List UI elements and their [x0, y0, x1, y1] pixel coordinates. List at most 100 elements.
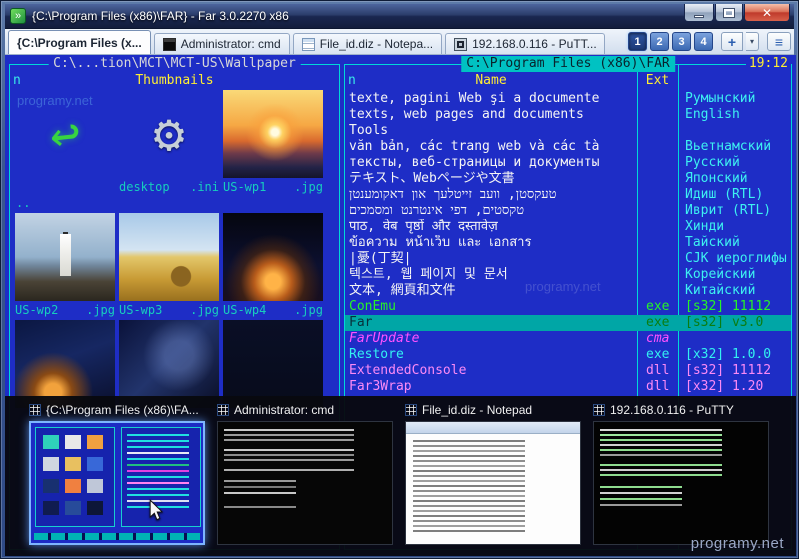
- file-row[interactable]: ConEmuexe[s32] 11112: [345, 299, 791, 315]
- file-ext: dll: [637, 379, 678, 395]
- notepad-preview-image[interactable]: [405, 421, 581, 545]
- window-button-2[interactable]: 2: [650, 32, 669, 51]
- tab-label: {C:\Program Files (x...: [17, 36, 142, 50]
- tab-cmd[interactable]: Administrator: cmd: [154, 33, 290, 54]
- file-desc: Японский: [678, 171, 791, 187]
- file-ext: [637, 219, 678, 235]
- cmd-icon: [163, 38, 176, 51]
- tab-putty[interactable]: 192.168.0.116 - PuTT...: [445, 33, 605, 54]
- new-console-button[interactable]: +: [721, 32, 743, 51]
- maximize-button[interactable]: [715, 4, 743, 22]
- file-desc: Тайский: [678, 235, 791, 251]
- gear-icon: ⚙: [153, 104, 184, 164]
- file-name: FarUpdate: [345, 331, 637, 347]
- file-name: טקסטים, דפי אינטרנט ומסמכים: [345, 203, 637, 219]
- thumbnail-night-1[interactable]: [15, 320, 115, 408]
- column-header-name[interactable]: Name: [345, 73, 637, 88]
- tab-bar: {C:\Program Files (x... Administrator: c…: [5, 29, 794, 55]
- file-ext: [637, 187, 678, 203]
- preview-card-notepad[interactable]: File_id.diz - Notepad: [405, 401, 583, 547]
- new-console-dropdown[interactable]: ▾: [746, 32, 759, 51]
- right-panel-path[interactable]: C:\Program Files (x86)\FAR: [461, 56, 675, 72]
- tab-notepad[interactable]: File_id.diz - Notepa...: [293, 33, 442, 54]
- file-name: ExtendedConsole: [345, 363, 637, 379]
- file-desc: Вьетнамский: [678, 139, 791, 155]
- cmd-preview-image[interactable]: [217, 421, 393, 545]
- file-row[interactable]: |憂(丁契|CJK иероглифы: [345, 251, 791, 267]
- column-header-ext[interactable]: Ext: [637, 73, 678, 88]
- file-row[interactable]: texts, web pages and documentsEnglish: [345, 107, 791, 123]
- preview-card-far[interactable]: {C:\Program Files (x86)\FA...: [29, 401, 207, 547]
- file-name: |憂(丁契|: [345, 251, 637, 267]
- preview-card-cmd[interactable]: Administrator: cmd: [217, 401, 395, 547]
- mouse-cursor: [149, 499, 163, 521]
- file-row[interactable]: Tools: [345, 123, 791, 139]
- file-desc: [x32] 1.20: [678, 379, 791, 395]
- file-desc: [s32] 11112: [678, 299, 791, 315]
- close-button[interactable]: ✕: [744, 4, 790, 22]
- conemu-window: » {C:\Program Files (x86)\FAR} - Far 3.0…: [0, 0, 799, 559]
- file-ext: [637, 123, 678, 139]
- file-name: Far3Wrap: [345, 379, 637, 395]
- file-row[interactable]: FarUpdatecma: [345, 331, 791, 347]
- file-desc: [s32] 11112: [678, 363, 791, 379]
- window-button-3[interactable]: 3: [672, 32, 691, 51]
- minimize-icon: [694, 15, 704, 18]
- file-name: טעקסטן, וועב זייטלעך און דאקומענטן: [345, 187, 637, 203]
- thumbnail-label: US-wp4 .jpg: [223, 303, 323, 317]
- thumbnail-label: desktop .ini: [119, 180, 219, 194]
- thumbnail-desktop-ini[interactable]: ⚙: [119, 90, 219, 178]
- file-ext: [637, 235, 678, 251]
- file-row[interactable]: पाठ, वेब पृष्ठों और दस्तावेज़Хинди: [345, 219, 791, 235]
- window-button-1[interactable]: 1: [628, 32, 647, 51]
- preview-strip: {C:\Program Files (x86)\FA... Administra…: [5, 396, 796, 556]
- tab-label: File_id.diz - Notepa...: [320, 37, 433, 51]
- left-panel-path[interactable]: C:\...tion\MCT\MCT-US\Wallpaper: [48, 56, 301, 72]
- file-name: ข้อความ หน้าเว็บ และ เอกสาร: [345, 235, 637, 251]
- putty-icon: [454, 38, 467, 51]
- menu-icon: ≡: [775, 34, 783, 50]
- minimize-button[interactable]: [684, 4, 714, 22]
- thumbnail-us-wp4[interactable]: [223, 213, 323, 301]
- file-row[interactable]: Restoreexe[x32] 1.0.0: [345, 347, 791, 363]
- putty-preview-image[interactable]: [593, 421, 769, 545]
- file-row[interactable]: ExtendedConsoledll[s32] 11112: [345, 363, 791, 379]
- file-name: Restore: [345, 347, 637, 363]
- file-ext: [637, 251, 678, 267]
- file-row[interactable]: Far3Wrapdll[x32] 1.20: [345, 379, 791, 395]
- file-row[interactable]: тексты, веб-страницы и документыРусский: [345, 155, 791, 171]
- thumbnail-label: US-wp2 .jpg: [15, 303, 115, 317]
- file-name: Tools: [345, 123, 637, 139]
- thumbnail-us-wp3[interactable]: [119, 213, 219, 301]
- file-name: texts, web pages and documents: [345, 107, 637, 123]
- file-ext: cma: [637, 331, 678, 347]
- preview-card-title: {C:\Program Files (x86)\FA...: [29, 401, 207, 419]
- thumbnail-night-3[interactable]: [223, 320, 323, 408]
- file-row[interactable]: ข้อความ หน้าเว็บ และ เอกสาร Тайский: [345, 235, 791, 251]
- file-row[interactable]: טעקסטן, וועב זייטלעך און דאקומענטןИдиш (…: [345, 187, 791, 203]
- file-name: texte, pagini Web şi a documente: [345, 91, 637, 107]
- chevron-down-icon: ▾: [750, 37, 754, 46]
- file-desc: [678, 331, 791, 347]
- window-button-4[interactable]: 4: [694, 32, 713, 51]
- tab-far[interactable]: {C:\Program Files (x...: [8, 30, 151, 54]
- file-name: テキスト、Webページや文書: [345, 171, 637, 187]
- file-row[interactable]: Farexe[s32] v3.0: [345, 315, 791, 331]
- file-row[interactable]: texte, pagini Web şi a documenteРумынски…: [345, 91, 791, 107]
- far-preview-image[interactable]: [29, 421, 205, 545]
- thumbnail-us-wp2[interactable]: [15, 213, 115, 301]
- file-row[interactable]: テキスト、Webページや文書 Японский: [345, 171, 791, 187]
- app-icon: »: [10, 8, 26, 24]
- file-ext: [637, 203, 678, 219]
- console-icon: [405, 404, 417, 416]
- preview-card-putty[interactable]: 192.168.0.116 - PuTTY: [593, 401, 771, 547]
- file-ext: exe: [637, 299, 678, 315]
- file-row[interactable]: văn bản, các trang web và các tàВьетнамс…: [345, 139, 791, 155]
- up-dir-label[interactable]: ..: [16, 196, 30, 210]
- file-row[interactable]: טקסטים, דפי אינטרנט ומסמכיםИврит (RTL): [345, 203, 791, 219]
- thumbnail-night-2[interactable]: [119, 320, 219, 408]
- preview-card-title: File_id.diz - Notepad: [405, 401, 583, 419]
- thumbnail-us-wp1[interactable]: [223, 90, 323, 178]
- file-ext: [637, 107, 678, 123]
- system-menu-button[interactable]: ≡: [767, 32, 791, 51]
